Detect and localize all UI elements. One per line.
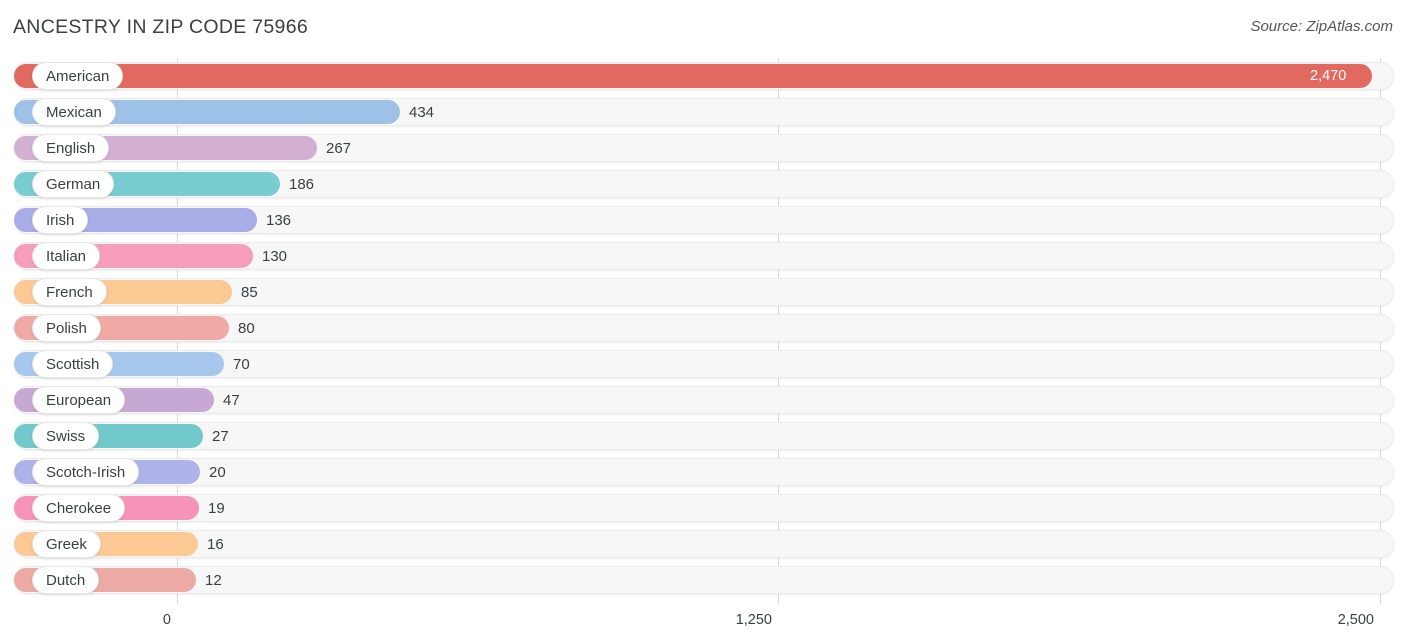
bar-row[interactable]: Greek 16 xyxy=(0,526,1406,562)
bar-category-label: Scotch-Irish xyxy=(46,463,126,481)
bar-category-label: French xyxy=(46,283,93,301)
bar-category-label: German xyxy=(46,175,101,193)
bar-row[interactable]: French 85 xyxy=(0,274,1406,310)
bar-category-pill[interactable]: English xyxy=(32,134,110,162)
bar-category-label: Scottish xyxy=(46,355,100,373)
bar-row[interactable]: Dutch 12 xyxy=(0,562,1406,598)
bar-category-pill[interactable]: German xyxy=(32,170,115,198)
bar-row[interactable]: English 267 xyxy=(0,130,1406,166)
chart-header: ANCESTRY IN ZIP CODE 75966 Source: ZipAt… xyxy=(0,0,1406,56)
bar-value-label: 12 xyxy=(205,571,222,589)
bar-category-pill[interactable]: Mexican xyxy=(32,98,116,126)
bar-category-label: Greek xyxy=(46,535,87,553)
bar-value-label: 186 xyxy=(289,175,315,193)
bar-value-label: 80 xyxy=(238,319,255,337)
x-axis: 0 1,250 2,500 xyxy=(0,604,1406,644)
page-title: ANCESTRY IN ZIP CODE 75966 xyxy=(13,16,308,38)
bar-track xyxy=(14,386,1394,414)
bar-row[interactable]: American 2,470 xyxy=(0,58,1406,94)
bar-category-pill[interactable]: Greek xyxy=(32,530,101,558)
bar-row[interactable]: Mexican 434 xyxy=(0,94,1406,130)
bar-value-label: 20 xyxy=(209,463,226,481)
bar-value-label: 2,470 xyxy=(1310,68,1347,84)
x-axis-tick-label: 2,500 xyxy=(1337,612,1374,628)
bar-row[interactable]: Italian 130 xyxy=(0,238,1406,274)
bar-value-label: 130 xyxy=(262,247,288,265)
bar-category-label: American xyxy=(46,67,110,85)
x-axis-tick-label: 1,250 xyxy=(735,612,772,628)
bar-value-label: 16 xyxy=(207,535,224,553)
bar-row[interactable]: Irish 136 xyxy=(0,202,1406,238)
bar-row[interactable]: German 186 xyxy=(0,166,1406,202)
bar-category-label: English xyxy=(46,139,96,157)
bar-fill xyxy=(14,64,1372,88)
bar-category-label: Polish xyxy=(46,319,87,337)
bar-value-label: 47 xyxy=(223,391,240,409)
bar-category-pill[interactable]: Scotch-Irish xyxy=(32,458,140,486)
bar-category-label: Italian xyxy=(46,247,87,265)
bar-rows: American 2,470 Mexican 434 English 267 German 1… xyxy=(0,58,1406,598)
bar-category-label: Swiss xyxy=(46,427,86,445)
bar-category-label: Irish xyxy=(46,211,75,229)
bar-category-pill[interactable]: Scottish xyxy=(32,350,114,378)
bar-category-pill[interactable]: Irish xyxy=(32,206,89,234)
bar-category-pill[interactable]: Dutch xyxy=(32,566,100,594)
bar-row[interactable]: Swiss 27 xyxy=(0,418,1406,454)
bar-value-label: 19 xyxy=(208,499,225,517)
bar-category-label: Mexican xyxy=(46,103,102,121)
chart-plot-area: American 2,470 Mexican 434 English 267 German 1… xyxy=(0,58,1406,604)
bar-row[interactable]: Scottish 70 xyxy=(0,346,1406,382)
bar-category-pill[interactable]: European xyxy=(32,386,126,414)
bar-category-pill[interactable]: Polish xyxy=(32,314,101,342)
bar-row[interactable]: Polish 80 xyxy=(0,310,1406,346)
x-axis-tick-label: 0 xyxy=(162,612,171,628)
bar-row[interactable]: Scotch-Irish 20 xyxy=(0,454,1406,490)
bar-category-label: Dutch xyxy=(46,571,86,589)
bar-category-pill[interactable]: Italian xyxy=(32,242,101,270)
bar-category-label: European xyxy=(46,391,112,409)
bar-value-label: 136 xyxy=(266,211,292,229)
bar-row[interactable]: European 47 xyxy=(0,382,1406,418)
bar-category-label: Cherokee xyxy=(46,499,112,517)
bar-value-label: 70 xyxy=(233,355,250,373)
bar-value-label: 267 xyxy=(326,139,352,157)
bar-value-label: 434 xyxy=(409,103,435,121)
bar-category-pill[interactable]: American xyxy=(32,62,124,90)
bar-value-label: 27 xyxy=(212,427,229,445)
source-attribution: Source: ZipAtlas.com xyxy=(1250,18,1393,35)
bar-category-pill[interactable]: French xyxy=(32,278,107,306)
bar-row[interactable]: Cherokee 19 xyxy=(0,490,1406,526)
bar-category-pill[interactable]: Swiss xyxy=(32,422,100,450)
bar-value-label: 85 xyxy=(241,283,258,301)
bar-category-pill[interactable]: Cherokee xyxy=(32,494,126,522)
